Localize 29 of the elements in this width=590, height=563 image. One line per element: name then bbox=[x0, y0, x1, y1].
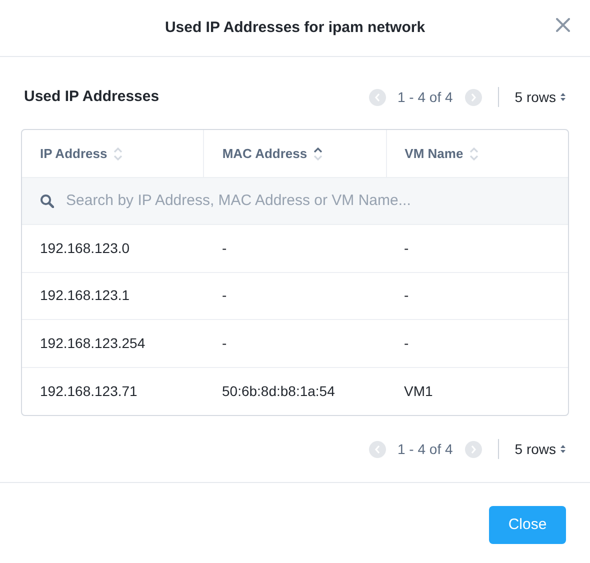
chevron-right-icon bbox=[470, 92, 477, 102]
search-icon bbox=[40, 194, 54, 208]
table-cell: 192.168.123.254 bbox=[40, 334, 146, 351]
dialog-title: Used IP Addresses for ipam network bbox=[164, 18, 426, 38]
section-title: Used IP Addresses bbox=[24, 86, 160, 107]
sort-arrows-icon bbox=[560, 444, 566, 454]
table-cell: 50:6b:8d:b8:1a:54 bbox=[222, 382, 335, 399]
table-cell: - bbox=[404, 287, 409, 304]
table-cell: - bbox=[404, 240, 409, 256]
rows-per-page-select[interactable]: 5 rows bbox=[514, 86, 566, 108]
search-field[interactable]: Search by IP Address, MAC Address or VM Name... bbox=[64, 188, 568, 214]
table-cell: - bbox=[222, 240, 227, 256]
table-cell: - bbox=[404, 334, 409, 351]
chevron-right-icon bbox=[470, 444, 477, 454]
page-range: 1 - 4 of 4 bbox=[398, 440, 453, 458]
page-range: 1 - 4 of 4 bbox=[398, 88, 453, 106]
table-cell: 192.168.123.1 bbox=[40, 287, 130, 304]
table-cell: VM1 bbox=[404, 382, 433, 399]
table-cell: - bbox=[222, 334, 227, 351]
search-bar[interactable]: Search by IP Address, MAC Address or VM Name... bbox=[22, 177, 568, 225]
close-icon[interactable] bbox=[556, 18, 570, 32]
table-cell: 192.168.123.71 bbox=[40, 382, 138, 399]
table-cell: - bbox=[222, 287, 227, 304]
sort-arrows-icon bbox=[560, 92, 566, 102]
chevron-left-icon bbox=[374, 92, 380, 102]
table-cell: 192.168.123.0 bbox=[40, 240, 130, 256]
chevron-left-icon bbox=[374, 444, 380, 454]
rows-per-page-select[interactable]: 5 rows bbox=[514, 438, 566, 460]
column-header[interactable]: VM Name bbox=[386, 130, 568, 177]
